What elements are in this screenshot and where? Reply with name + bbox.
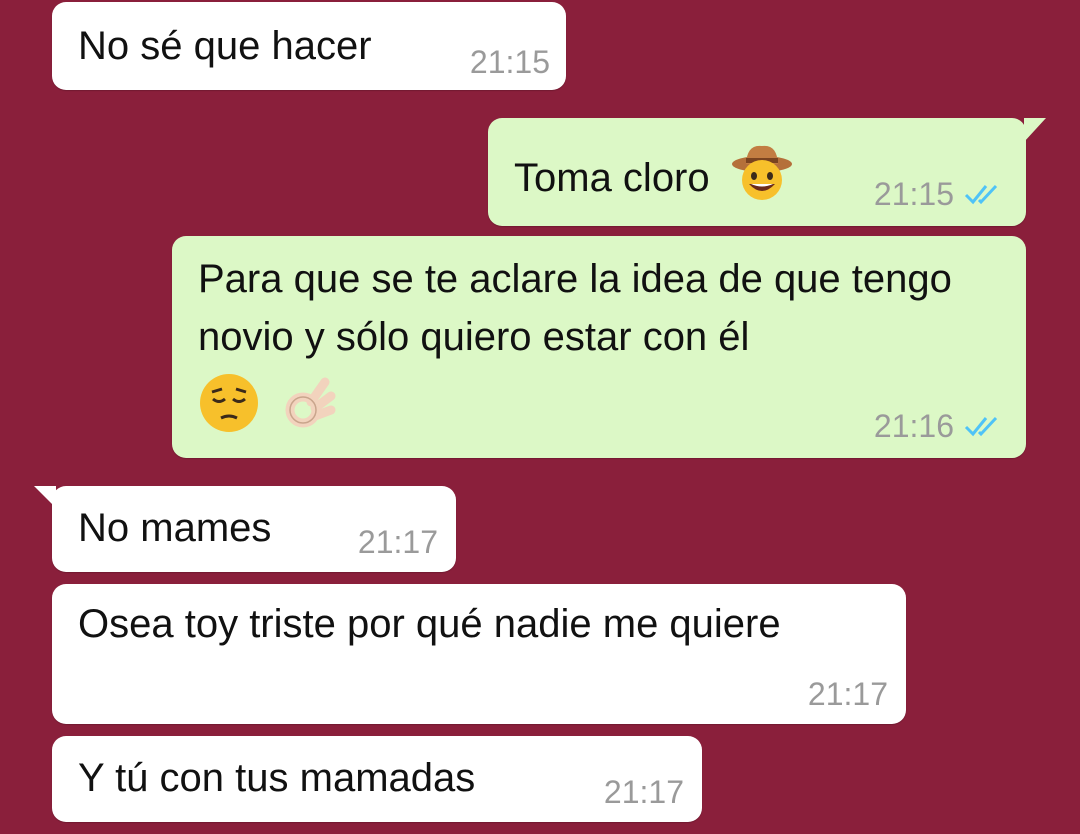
message-text: Toma cloro: [514, 156, 710, 201]
message-meta: 21:17: [808, 676, 888, 712]
message-bubble-incoming[interactable]: No sé que hacer 21:15: [52, 2, 566, 90]
chat-conversation: No sé que hacer 21:15 Toma cloro 21:15 P…: [0, 0, 1080, 834]
message-timestamp: 21:17: [357, 524, 438, 560]
message-bubble-outgoing[interactable]: Para que se te aclare la idea de que ten…: [172, 236, 1026, 458]
double-check-icon: [964, 184, 998, 205]
message-text: Y tú con tus mamadas: [78, 756, 476, 800]
cowboy-face-emoji: [731, 142, 793, 219]
message-timestamp: 21:17: [807, 676, 888, 712]
message-meta: 21:16: [874, 408, 1004, 444]
message-meta: 21:17: [604, 774, 684, 810]
message-timestamp: 21:16: [873, 408, 954, 444]
message-bubble-incoming[interactable]: No mames 21:17: [34, 486, 456, 572]
pensive-face-emoji: [198, 372, 260, 450]
message-text: Osea toy triste por qué nadie me quiere: [78, 602, 781, 646]
bubble-tail: [34, 486, 56, 508]
ok-hand-emoji: [277, 372, 339, 450]
message-text: No sé que hacer: [78, 24, 372, 68]
message-meta: 21:15: [470, 44, 550, 80]
message-meta: 21:17: [358, 524, 438, 560]
bubble-tail: [1024, 118, 1046, 142]
message-timestamp: 21:17: [603, 774, 684, 810]
message-timestamp: 21:15: [469, 44, 550, 80]
message-bubble-incoming[interactable]: Y tú con tus mamadas 21:17: [52, 736, 702, 822]
message-timestamp: 21:15: [873, 176, 954, 212]
message-text: No mames: [78, 506, 272, 550]
message-bubble-incoming[interactable]: Osea toy triste por qué nadie me quiere …: [52, 584, 906, 724]
message-text: Para que se te aclare la idea de que ten…: [198, 257, 964, 359]
message-meta: 21:15: [874, 176, 1004, 212]
double-check-icon: [964, 416, 998, 437]
message-bubble-outgoing[interactable]: Toma cloro 21:15: [488, 118, 1046, 226]
